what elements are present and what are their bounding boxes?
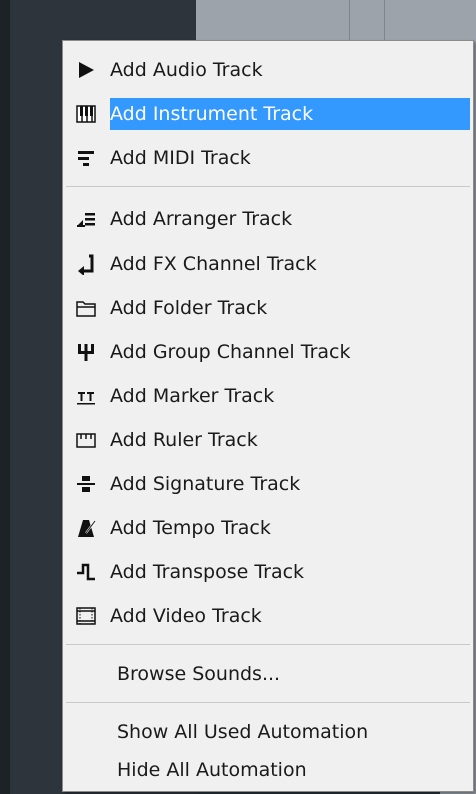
ruler-background <box>196 0 476 40</box>
background-left-edge <box>0 0 10 794</box>
menu-item-label: Add Group Channel Track <box>110 341 351 363</box>
menu-item-add-midi-track[interactable]: Add MIDI Track <box>66 140 470 176</box>
menu-item-add-marker-track[interactable]: Add Marker Track <box>66 378 470 414</box>
marker-icon <box>74 384 98 408</box>
fx-return-icon <box>74 252 98 276</box>
menu-item-add-transpose-track[interactable]: Add Transpose Track <box>66 554 470 590</box>
ruler-divider <box>384 0 385 40</box>
menu-item-label: Add Transpose Track <box>110 561 305 583</box>
transpose-step-icon <box>74 560 98 584</box>
menu-item-label: Add MIDI Track <box>110 147 251 169</box>
menu-separator <box>66 644 470 645</box>
play-icon <box>74 58 98 82</box>
menu-item-label: Hide All Automation <box>117 759 307 781</box>
arranger-icon <box>74 207 98 231</box>
menu-item-add-instrument-track[interactable]: Add Instrument Track <box>66 96 470 132</box>
menu-item-add-fx-channel-track[interactable]: Add FX Channel Track <box>66 246 470 282</box>
menu-item-add-folder-track[interactable]: Add Folder Track <box>66 290 470 326</box>
menu-item-label: Add FX Channel Track <box>110 253 317 275</box>
menu-item-add-signature-track[interactable]: Add Signature Track <box>66 466 470 502</box>
metronome-icon <box>74 516 98 540</box>
menu-item-add-arranger-track[interactable]: Add Arranger Track <box>66 201 470 237</box>
menu-item-label: Add Marker Track <box>110 385 275 407</box>
menu-item-add-video-track[interactable]: Add Video Track <box>66 598 470 634</box>
signature-icon <box>74 472 98 496</box>
menu-item-label: Add Tempo Track <box>110 517 271 539</box>
ruler-divider <box>349 0 350 40</box>
menu-separator <box>66 702 470 703</box>
menu-item-label: Add Instrument Track <box>110 98 470 130</box>
menu-item-add-tempo-track[interactable]: Add Tempo Track <box>66 510 470 546</box>
menu-item-show-all-used-automation[interactable]: Show All Used Automation <box>66 714 470 750</box>
menu-item-browse-sounds[interactable]: Browse Sounds... <box>66 656 470 692</box>
menu-item-label: Add Audio Track <box>110 59 263 81</box>
ruler-icon <box>74 428 98 452</box>
midi-lines-icon <box>74 146 98 170</box>
folder-icon <box>74 296 98 320</box>
menu-item-label: Add Ruler Track <box>110 429 258 451</box>
menu-item-add-ruler-track[interactable]: Add Ruler Track <box>66 422 470 458</box>
add-track-context-menu: Add Audio Track Add Instrument Track Add <box>62 40 474 792</box>
piano-keys-icon <box>74 102 98 126</box>
menu-item-label: Show All Used Automation <box>117 721 369 743</box>
menu-item-label: Add Folder Track <box>110 297 268 319</box>
menu-item-hide-all-automation[interactable]: Hide All Automation <box>66 752 470 788</box>
menu-separator <box>66 186 470 187</box>
menu-item-add-audio-track[interactable]: Add Audio Track <box>66 52 470 88</box>
menu-item-add-group-channel-track[interactable]: Add Group Channel Track <box>66 334 470 370</box>
menu-item-label: Add Signature Track <box>110 473 301 495</box>
menu-item-label: Add Video Track <box>110 605 262 627</box>
group-fork-icon <box>74 340 98 364</box>
menu-item-label: Browse Sounds... <box>117 663 281 685</box>
film-icon <box>74 604 98 628</box>
menu-item-label: Add Arranger Track <box>110 208 293 230</box>
